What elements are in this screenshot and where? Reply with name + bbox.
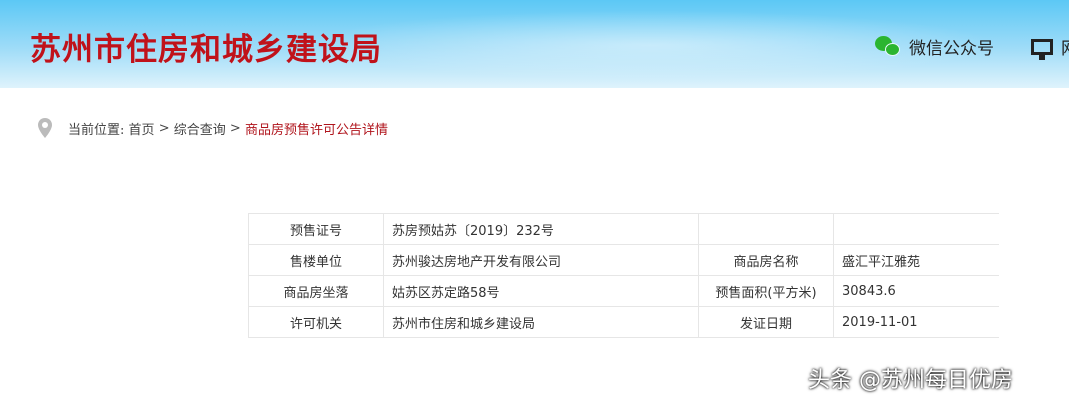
- field-value: [833, 213, 999, 245]
- field-label: 预售证号: [248, 213, 384, 245]
- table-row: 许可机关 苏州市住房和城乡建设局 发证日期 2019-11-01: [248, 306, 999, 338]
- field-label: [698, 213, 834, 245]
- field-value: 30843.6: [833, 275, 999, 307]
- field-label: 许可机关: [248, 306, 384, 338]
- field-value: 盛汇平江雅苑: [833, 244, 999, 276]
- breadcrumb: 当前位置: 首页 > 综合查询 > 商品房预售许可公告详情: [38, 118, 388, 138]
- breadcrumb-separator: >: [229, 120, 241, 136]
- monitor-icon: [1031, 38, 1053, 60]
- location-pin-icon: [38, 118, 52, 138]
- permit-detail-table: 预售证号 苏房预姑苏〔2019〕232号 售楼单位 苏州骏达房地产开发有限公司 商品房名…: [248, 213, 999, 338]
- field-label: 预售面积(平方米): [698, 275, 834, 307]
- field-value: 苏州市住房和城乡建设局: [383, 306, 699, 338]
- field-label: 商品房名称: [698, 244, 834, 276]
- pc-label: 网: [1061, 34, 1069, 59]
- breadcrumb-home[interactable]: 首页: [129, 119, 155, 138]
- pc-link[interactable]: 网: [1031, 34, 1069, 60]
- site-logo-title[interactable]: 苏州市住房和城乡建设局: [30, 24, 382, 69]
- watermark: 头条 @苏州每日优房: [808, 368, 1013, 393]
- field-value: 姑苏区苏定路58号: [383, 275, 699, 307]
- field-value: 苏房预姑苏〔2019〕232号: [383, 213, 699, 245]
- table-row: 售楼单位 苏州骏达房地产开发有限公司 商品房名称 盛汇平江雅苑: [248, 244, 999, 276]
- breadcrumb-query[interactable]: 综合查询: [174, 119, 226, 138]
- breadcrumb-current: 商品房预售许可公告详情: [244, 122, 388, 138]
- breadcrumb-separator: >: [158, 120, 170, 136]
- field-value: 2019-11-01: [833, 306, 999, 338]
- breadcrumb-prefix: 当前位置:: [68, 122, 125, 138]
- site-header: 苏州市住房和城乡建设局 微信公众号 网: [0, 0, 1069, 88]
- table-row: 商品房坐落 姑苏区苏定路58号 预售面积(平方米) 30843.6: [248, 275, 999, 307]
- table-row: 预售证号 苏房预姑苏〔2019〕232号: [248, 213, 999, 245]
- field-label: 售楼单位: [248, 244, 384, 276]
- wechat-link[interactable]: 微信公众号: [875, 34, 994, 59]
- field-value: 苏州骏达房地产开发有限公司: [383, 244, 699, 276]
- wechat-icon: [875, 35, 901, 58]
- field-label: 商品房坐落: [248, 275, 384, 307]
- wechat-label: 微信公众号: [909, 39, 994, 59]
- field-label: 发证日期: [698, 306, 834, 338]
